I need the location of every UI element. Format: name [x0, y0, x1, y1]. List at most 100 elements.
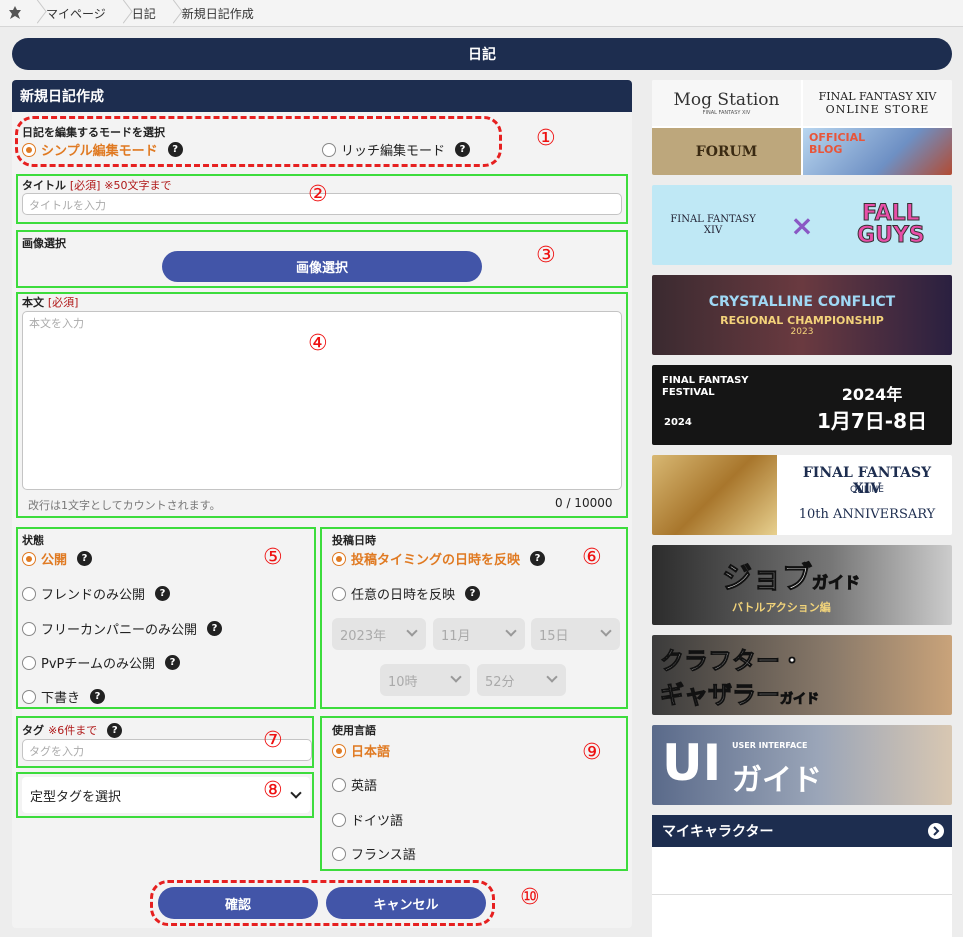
help-icon[interactable]: ?	[90, 689, 106, 704]
job-sub: バトルアクション編	[732, 601, 831, 614]
post-date-auto-label: 投稿タイミングの日時を反映	[351, 553, 521, 568]
month-select[interactable]: 11月	[433, 618, 525, 650]
job-guide-big: ジョブ	[722, 561, 813, 597]
help-icon[interactable]: ?	[155, 586, 171, 601]
status-option-label: 公開	[41, 553, 68, 568]
divider	[652, 894, 952, 895]
status-fc-radio[interactable]: フリーカンパニーのみ公開?	[22, 619, 223, 638]
ui-guide-banner[interactable]: UI USER INTERFACE ガイド	[652, 725, 952, 805]
banner-links-grid: Mog Station FINAL FANTASY XIV FINAL FANT…	[652, 80, 952, 175]
crafter-label: クラフター・	[660, 647, 805, 676]
title-label: タイトル [必須] ※50文字まで	[22, 177, 172, 193]
online-store-banner[interactable]: FINAL FANTASY XIV ONLINE STORE	[803, 80, 952, 126]
my-character-header[interactable]: マイキャラクター	[652, 815, 952, 847]
status-draft-radio[interactable]: 下書き?	[22, 687, 106, 706]
title-label-text: タイトル	[22, 179, 66, 192]
store-sub: ONLINE STORE	[825, 103, 930, 116]
collab-right-label: FALL GUYS	[857, 201, 926, 248]
preset-tag-label: 定型タグを選択	[30, 789, 122, 805]
mode-simple-radio[interactable]: シンプル編集モード?	[22, 140, 183, 159]
chevron-down-icon	[290, 787, 302, 799]
status-option-label: PvPチームのみ公開	[41, 657, 155, 672]
year-value: 2023年	[340, 628, 387, 644]
body-label-text: 本文	[22, 296, 44, 309]
tag-label-text: タグ	[22, 724, 44, 737]
official-blog-banner[interactable]: OFFICIAL BLOG	[803, 128, 952, 175]
fest-year: 2024	[664, 417, 692, 428]
breadcrumb: マイページ 日記 新規日記作成	[0, 0, 963, 27]
mode-rich-radio[interactable]: リッチ編集モード?	[322, 140, 471, 159]
breadcrumb-diary[interactable]: 日記	[126, 5, 166, 22]
breadcrumb-separator	[166, 0, 176, 27]
language-de-radio[interactable]: ドイツ語	[332, 810, 403, 829]
help-icon[interactable]: ?	[167, 142, 183, 157]
hour-select[interactable]: 10時	[380, 664, 470, 696]
chevron-down-icon	[505, 625, 517, 637]
status-pvp-radio[interactable]: PvPチームのみ公開?	[22, 653, 180, 672]
anniversary-banner[interactable]: FINAL FANTASY XIV ONLINE 10th ANNIVERSAR…	[652, 455, 952, 535]
help-icon[interactable]: ?	[77, 551, 93, 566]
annotation-number-2: ②	[308, 182, 328, 207]
crystalline-conflict-banner[interactable]: CRYSTALLINE CONFLICT REGIONAL CHAMPIONSH…	[652, 275, 952, 355]
page-title: 日記	[12, 38, 952, 70]
chevron-down-icon	[406, 625, 418, 637]
help-icon[interactable]: ?	[455, 142, 471, 157]
crafter-gatherer-guide-banner[interactable]: クラフター・ ギャザラーガイド	[652, 635, 952, 715]
form-heading: 新規日記作成	[12, 80, 632, 112]
help-icon[interactable]: ?	[107, 722, 123, 738]
mode-rich-label: リッチ編集モード	[341, 144, 446, 159]
minute-select[interactable]: 52分	[477, 664, 566, 696]
minute-value: 52分	[485, 674, 515, 690]
cancel-button[interactable]: キャンセル	[326, 887, 486, 919]
chevron-right-icon[interactable]	[928, 823, 944, 839]
day-value: 15日	[539, 628, 569, 644]
image-select-button[interactable]: 画像選択	[162, 251, 482, 282]
day-select[interactable]: 15日	[531, 618, 620, 650]
help-icon[interactable]: ?	[207, 621, 223, 636]
help-icon[interactable]: ?	[465, 586, 481, 601]
chevron-down-icon	[546, 671, 558, 683]
annotation-number-1: ①	[536, 126, 556, 151]
annotation-number-5: ⑤	[263, 545, 283, 570]
mog-station-banner[interactable]: Mog Station FINAL FANTASY XIV	[652, 80, 801, 126]
language-option-label: 英語	[351, 779, 378, 794]
confirm-button[interactable]: 確認	[158, 887, 318, 919]
language-ja-radio[interactable]: 日本語	[332, 741, 390, 760]
forum-banner[interactable]: FORUM	[652, 128, 801, 175]
annotation-number-9: ⑨	[582, 740, 602, 765]
mode-label: 日記を編集するモードを選択	[22, 126, 165, 139]
help-icon[interactable]: ?	[164, 655, 180, 670]
home-icon[interactable]	[0, 5, 30, 21]
chevron-down-icon	[450, 671, 462, 683]
language-option-label: フランス語	[351, 848, 416, 863]
tag-note: ※6件まで	[48, 724, 98, 737]
language-label: 使用言語	[332, 724, 376, 737]
post-date-auto-radio[interactable]: 投稿タイミングの日時を反映?	[332, 549, 546, 568]
status-option-label: 下書き	[41, 691, 81, 706]
breadcrumb-separator	[116, 0, 126, 27]
annotation-number-7: ⑦	[263, 728, 283, 753]
annotation-number-6: ⑥	[582, 545, 602, 570]
status-label: 状態	[22, 534, 44, 547]
collab-x: ×	[790, 208, 814, 242]
title-required: [必須]	[69, 179, 101, 192]
status-friends-radio[interactable]: フレンドのみ公開?	[22, 584, 171, 603]
collab-fall-guys-banner[interactable]: FINAL FANTASY XIV × FALL GUYS	[652, 185, 952, 265]
mog-station-title: Mog Station	[673, 90, 780, 110]
language-fr-radio[interactable]: フランス語	[332, 844, 416, 863]
hour-value: 10時	[388, 674, 418, 690]
fan-festival-banner[interactable]: FINAL FANTASY FESTIVAL 2024 2024年 1月7日-8…	[652, 365, 952, 445]
gatherer-label: ギャザラー	[660, 681, 781, 710]
post-date-custom-radio[interactable]: 任意の日時を反映?	[332, 584, 481, 603]
breadcrumb-separator	[30, 0, 40, 27]
status-public-radio[interactable]: 公開?	[22, 549, 93, 568]
title-note: ※50文字まで	[104, 179, 172, 192]
anniv-online: ONLINE	[850, 485, 884, 495]
language-en-radio[interactable]: 英語	[332, 775, 377, 794]
anniv-sub: 10th ANNIVERSARY	[798, 507, 936, 522]
breadcrumb-mypage[interactable]: マイページ	[40, 5, 116, 22]
help-icon[interactable]: ?	[530, 551, 546, 566]
body-label: 本文 [必須]	[22, 294, 78, 310]
year-select[interactable]: 2023年	[332, 618, 426, 650]
job-guide-banner[interactable]: ジョブガイド バトルアクション編	[652, 545, 952, 625]
